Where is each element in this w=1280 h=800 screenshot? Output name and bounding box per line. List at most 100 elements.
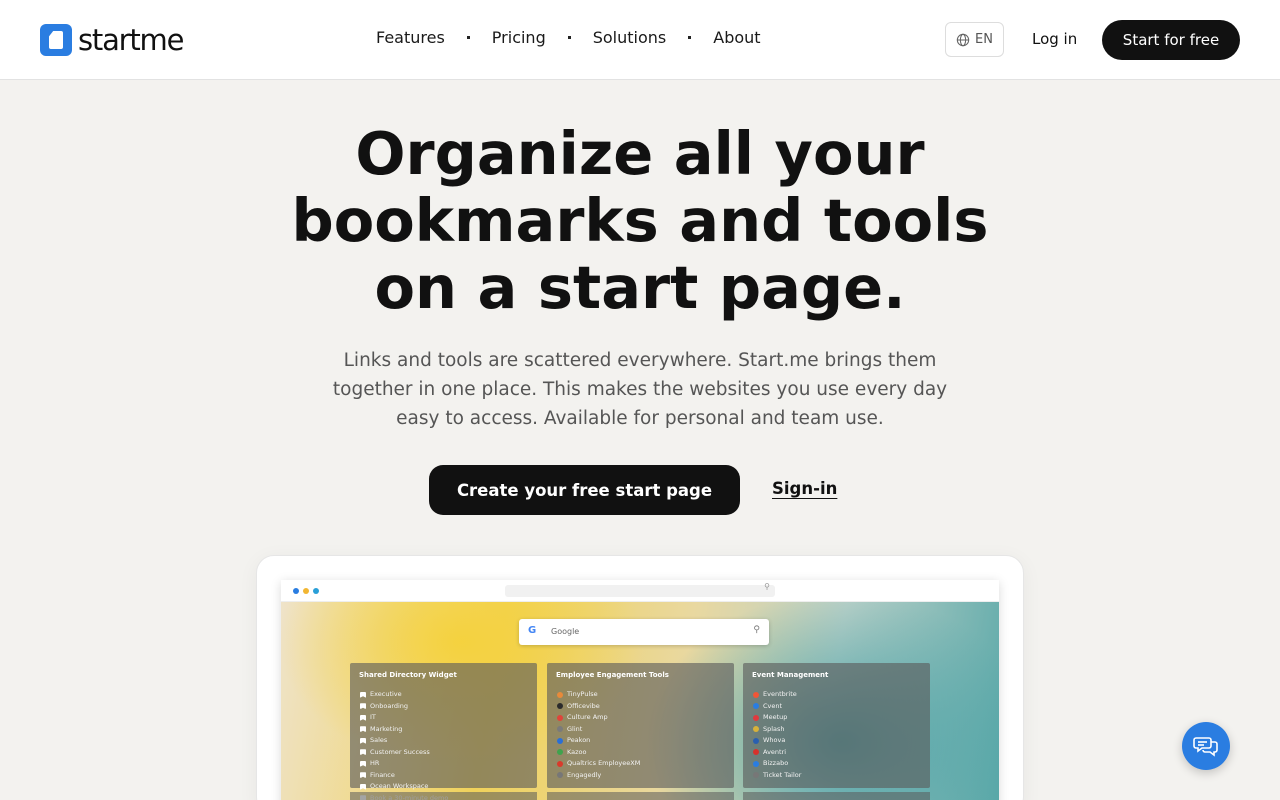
nav-features[interactable]: Features [376,28,445,47]
nav-separator [567,36,571,39]
widget-list-item[interactable]: Kazoo [557,747,640,759]
nav-separator [688,36,692,39]
favicon-icon [557,749,563,756]
widget-list-item[interactable]: Aventri [753,747,801,759]
widget-item-label: Customer Success [370,747,430,756]
favicon-icon [557,691,563,698]
search-icon: ⚲ [753,625,760,635]
favicon-icon [753,760,759,767]
bookmark-icon [360,749,366,756]
browser-toolbar: ⚲ [281,580,999,602]
widget-list-item[interactable]: Cvent [753,701,801,713]
widget-list-item[interactable]: Sales [360,735,448,747]
browser-url-bar: ⚲ [505,582,775,597]
site-header: startme Features Pricing Solutions About… [0,0,1280,80]
widget-list-item[interactable]: Ocean Workspace [360,781,448,793]
widget-item-label: Bizzabo [763,759,789,767]
widget-item-label: Eventbrite [763,690,797,698]
widget-list: TinyPulse Officevibe Culture Amp Glint Peako… [557,689,640,781]
widget-item-label: HR [370,759,380,767]
main-nav: Features Pricing Solutions About [376,28,761,47]
widget-list-item[interactable]: IT [360,712,448,724]
widget-item-label: Glint [567,724,583,733]
bookmark-icon [360,691,366,698]
login-link[interactable]: Log in [1032,30,1077,48]
product-preview-browser: ⚲ G Google ⚲ Shared Directory Widget Exe… [281,580,999,800]
favicon-icon [753,714,759,721]
startme-logo-icon [40,24,72,56]
widget-item-label: Splash [763,724,785,733]
widget-list-item[interactable]: Bizzabo [753,758,801,770]
widget-shared-directory: Shared Directory Widget Executive Onboard… [350,663,537,800]
widget-list-item[interactable]: HR [360,758,448,770]
widget-list-item[interactable]: Whova [753,735,801,747]
widget-list-item[interactable]: Ticket Tailor [753,770,801,782]
widget-list-item[interactable]: TinyPulse [557,689,640,701]
widget-item-label: Finance [370,770,395,779]
widget-list-item[interactable]: Onboarding [360,701,448,713]
widget-list-item[interactable]: Marketing [360,724,448,736]
google-search-label: Google [551,627,580,636]
nav-solutions[interactable]: Solutions [593,28,667,47]
create-start-page-button[interactable]: Create your free start page [429,465,740,515]
widget-item-label: Sales [370,736,388,744]
favicon-icon [557,737,563,744]
sign-in-link[interactable]: Sign-in [772,479,837,498]
nav-pricing[interactable]: Pricing [492,28,546,47]
nav-separator [466,36,470,39]
start-for-free-button[interactable]: Start for free [1102,20,1240,60]
window-dot-icon [313,588,319,594]
widget-list-item[interactable]: Executive [360,689,448,701]
widget-item-label: Engagedly [567,770,602,779]
widget-list-item[interactable]: Finance [360,770,448,782]
favicon-icon [557,703,563,710]
chat-support-button[interactable] [1182,722,1230,770]
chat-bubbles-icon [1193,737,1218,757]
bookmark-icon [360,783,366,790]
favicon-icon [557,726,563,733]
widget-list-item[interactable]: Customer Success [360,747,448,759]
widget-event-management: Event Management Eventbrite Cvent Meetup Sp… [743,663,930,788]
widget-item-label: TinyPulse [567,690,598,698]
hero-headline: Organize all your bookmarks and tools on… [291,119,989,322]
language-selector[interactable]: EN [945,22,1004,57]
widget-list: Eventbrite Cvent Meetup Splash Whova Aventri B… [753,689,801,781]
globe-icon [956,33,970,46]
favicon-icon [753,691,759,698]
widget-item-label: Peakon [567,736,591,744]
widget-item-label: Whova [763,736,786,744]
widget-list-item[interactable]: Meetup [753,712,801,724]
nav-about[interactable]: About [713,28,760,47]
widget-placeholder [547,792,734,800]
logo-text: startme [78,23,184,57]
widget-item-label: Marketing [370,724,403,733]
favicon-icon [753,749,759,756]
favicon-icon [753,703,759,710]
startme-logo[interactable]: startme [40,23,184,57]
widget-list-item[interactable]: Qualtrics EmployeeXM [557,758,640,770]
widget-item-label: Culture Amp [567,713,608,721]
widget-item-label: Ocean Workspace [370,782,429,790]
favicon-icon [753,726,759,733]
widget-list-item[interactable]: Culture Amp [557,712,640,724]
bookmark-icon [360,703,366,710]
widget-item-label: Kazoo [567,747,587,756]
widget-employee-engagement: Employee Engagement Tools TinyPulse Offic… [547,663,734,788]
widget-list-item[interactable]: Eventbrite [753,689,801,701]
start-page-background: G Google ⚲ Shared Directory Widget Execu… [281,602,999,800]
google-icon: G [528,625,537,636]
bookmark-icon [360,714,366,721]
widget-list: Executive Onboarding IT Marketing Sales Custo… [360,689,448,800]
widget-item-label: Aventri [763,747,787,756]
widget-list-item[interactable]: Splash [753,724,801,736]
widget-list-item[interactable]: Engagedly [557,770,640,782]
widget-list-item[interactable]: Peakon [557,735,640,747]
search-icon: ⚲ [764,582,770,591]
favicon-icon [557,760,563,767]
widget-list-item[interactable]: Officevibe [557,701,640,713]
window-dot-icon [303,588,309,594]
google-search-widget: G Google ⚲ [519,619,769,645]
widget-list-item[interactable]: Glint [557,724,640,736]
widget-title: Employee Engagement Tools [556,671,669,679]
favicon-icon [557,772,563,779]
